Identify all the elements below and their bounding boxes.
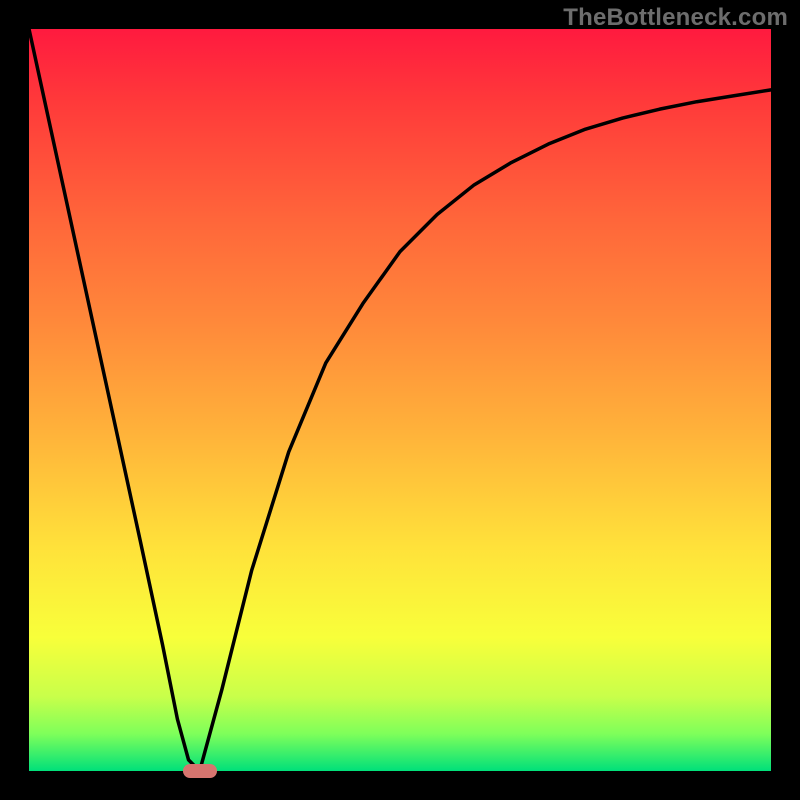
watermark-text: TheBottleneck.com <box>563 4 788 32</box>
optimal-marker <box>183 764 217 778</box>
chart-frame: TheBottleneck.com <box>0 0 800 800</box>
plot-area <box>29 29 771 771</box>
bottleneck-curve <box>29 29 771 771</box>
